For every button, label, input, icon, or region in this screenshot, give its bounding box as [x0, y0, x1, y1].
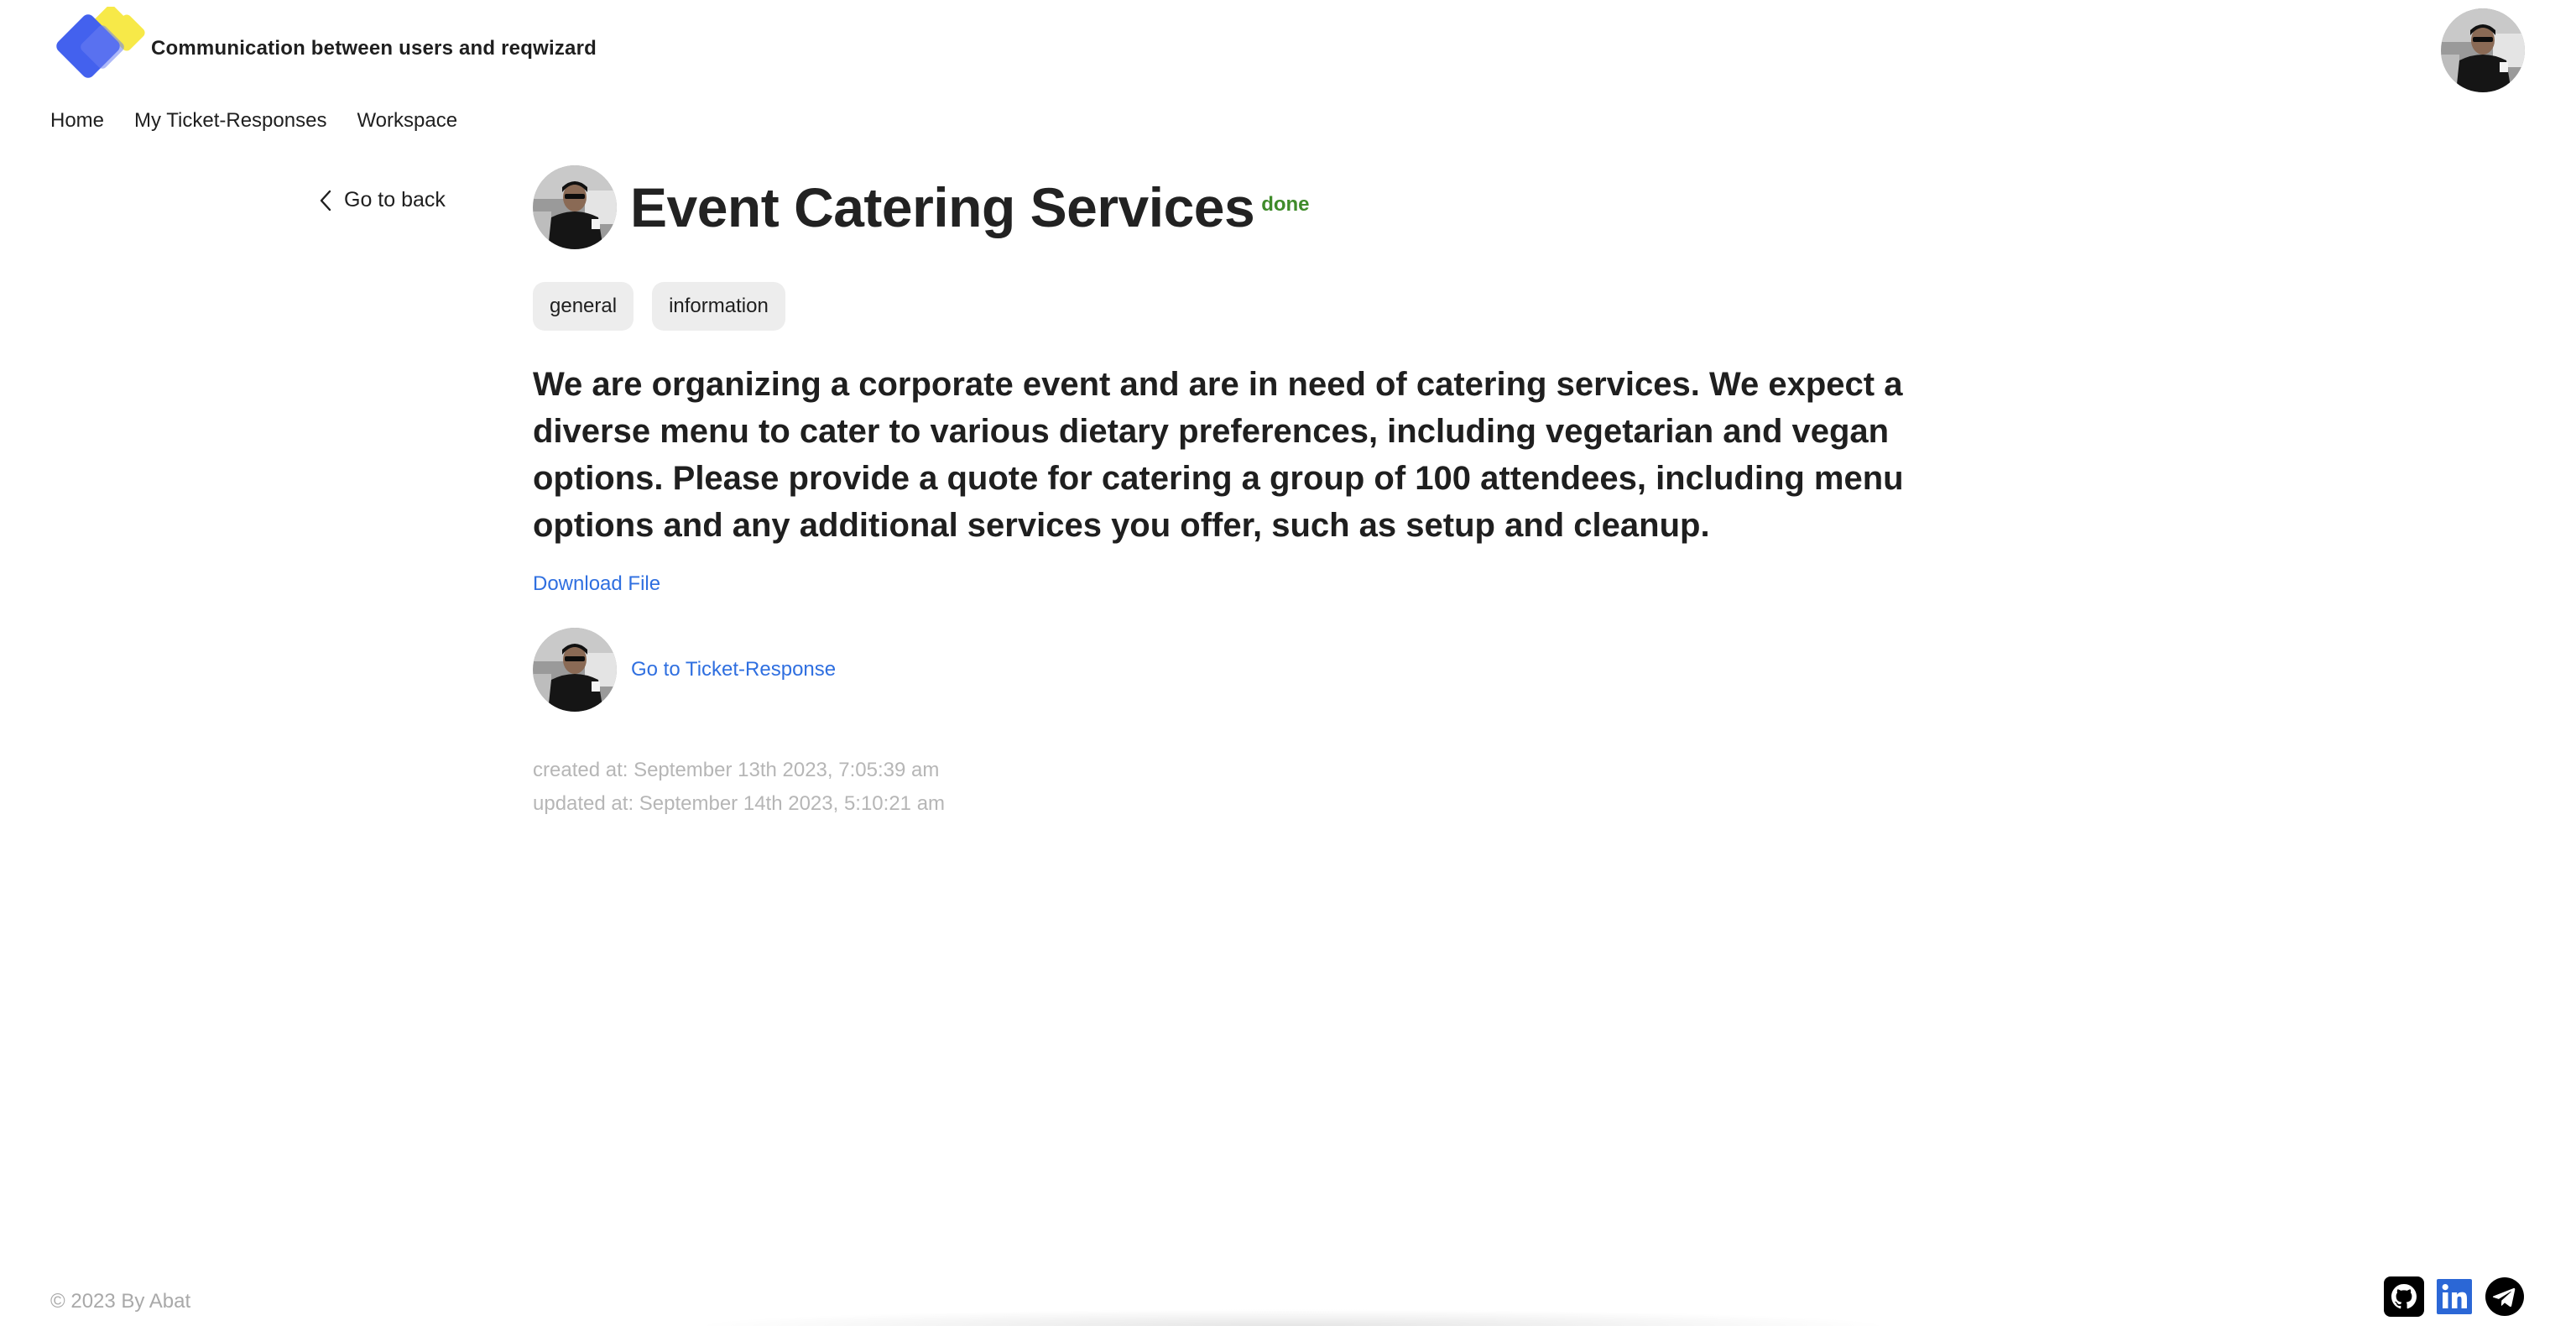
- created-at: created at: September 13th 2023, 7:05:39…: [533, 759, 940, 781]
- nav-item-workspace[interactable]: Workspace: [357, 109, 457, 133]
- updated-at: updated at: September 14th 2023, 5:10:21…: [533, 792, 946, 815]
- go-to-ticket-response-link[interactable]: Go to Ticket-Response: [631, 658, 836, 681]
- tag-general[interactable]: general: [533, 282, 634, 331]
- nav-item-my-ticket-responses[interactable]: My Ticket-Responses: [134, 109, 326, 133]
- footer-shadow: [688, 1309, 1896, 1326]
- copyright: © 2023 By Abat: [50, 1290, 191, 1313]
- download-file-link[interactable]: Download File: [533, 572, 660, 596]
- status-badge: done: [1261, 193, 1310, 216]
- linkedin-icon[interactable]: [2433, 1276, 2475, 1318]
- social-links: [2383, 1276, 2526, 1318]
- nav-item-home[interactable]: Home: [50, 109, 104, 133]
- reqwizard-logo-icon[interactable]: [52, 5, 149, 87]
- brand-tagline: Communication between users and reqwizar…: [151, 37, 597, 60]
- tag-information[interactable]: information: [652, 282, 785, 331]
- github-icon[interactable]: [2383, 1276, 2425, 1318]
- chevron-left-icon: [320, 190, 331, 211]
- page: Communication between users and reqwizar…: [0, 0, 2576, 1326]
- telegram-icon[interactable]: [2484, 1276, 2526, 1318]
- ticket-description: We are organizing a corporate event and …: [533, 366, 1904, 544]
- tag-list: general information: [533, 282, 2043, 331]
- ticket-timestamps: created at: September 13th 2023, 7:05:39…: [533, 754, 2043, 821]
- ticket-title: Event Catering Services: [630, 176, 1255, 238]
- go-back-button[interactable]: Go to back: [319, 188, 446, 212]
- ticket-response-row: Go to Ticket-Response: [533, 628, 2043, 712]
- ticket-header: Event Catering Services done: [533, 164, 2043, 250]
- main-nav: Home My Ticket-Responses Workspace: [50, 109, 457, 133]
- author-avatar-icon[interactable]: [533, 165, 617, 249]
- ticket-detail: Event Catering Services done general inf…: [533, 164, 2043, 821]
- user-avatar-icon[interactable]: [2441, 8, 2525, 92]
- responder-avatar-icon[interactable]: [533, 628, 617, 712]
- go-back-label: Go to back: [344, 188, 446, 211]
